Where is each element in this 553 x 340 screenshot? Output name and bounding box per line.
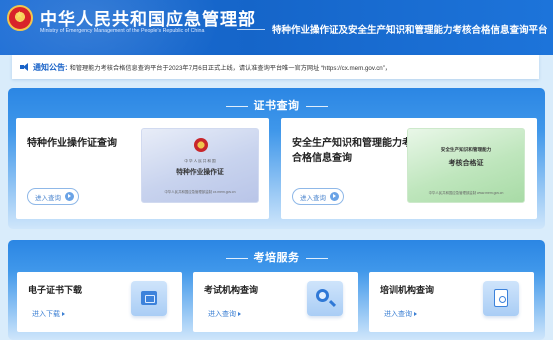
arrow-right-icon <box>65 192 74 201</box>
org-name: 中华人民共和国应急管理部 <box>40 10 256 30</box>
speaker-icon <box>20 62 30 72</box>
card-title: 电子证书下载 <box>28 285 83 295</box>
special-operation-cert-card[interactable]: 特种作业操作证查询 进入查询 中 华 人 民 共 和 国 特种作业操作证 中华人… <box>16 118 269 219</box>
training-institution-card[interactable]: 培训机构查询 进入查询 <box>369 272 534 332</box>
cert-section-title: 证书查询 <box>8 97 545 113</box>
safety-knowledge-cert-card[interactable]: 安全生产知识和管理能力考核合格信息查询 进入查询 安全生产知识和管理能力 考核合… <box>281 118 537 219</box>
enter-download-link[interactable]: 进入下载 <box>32 309 65 319</box>
card-title: 培训机构查询 <box>380 285 435 295</box>
certificate-download-icon <box>131 281 167 316</box>
enter-query-link[interactable]: 进入查询 <box>384 309 417 319</box>
notice-bar: 通知公告: 和管理能力考核合格信息查询平台于2023年7月6日正式上线，请认准查… <box>12 55 539 79</box>
org-name-english: Ministry of Emergency Management of the … <box>40 28 205 34</box>
service-section-title: 考培服务 <box>8 249 545 265</box>
enter-query-button[interactable]: 进入查询 <box>292 188 344 205</box>
exam-training-panel: 考培服务 电子证书下载 进入下载 考试机构查询 进入查询 培训机构查询 进入查询 <box>8 240 545 340</box>
national-emblem-icon <box>7 5 33 31</box>
card-title: 考试机构查询 <box>204 285 259 295</box>
caret-right-icon <box>414 312 417 316</box>
certificate-image: 安全生产知识和管理能力 考核合格证 中华人民共和国应急管理部监制 www.mem… <box>407 128 525 203</box>
caret-right-icon <box>238 312 241 316</box>
platform-title: 特种作业操作证及安全生产知识和管理能力考核合格信息查询平台 <box>272 25 548 36</box>
caret-right-icon <box>62 312 65 316</box>
arrow-right-icon <box>330 192 339 201</box>
exam-institution-card[interactable]: 考试机构查询 进入查询 <box>193 272 358 332</box>
emblem-icon <box>194 138 208 152</box>
header-divider <box>237 29 265 30</box>
cert-query-panel: 证书查询 特种作业操作证查询 进入查询 中 华 人 民 共 和 国 特种作业操作… <box>8 88 545 229</box>
document-search-icon <box>483 281 519 316</box>
enter-query-button[interactable]: 进入查询 <box>27 188 79 205</box>
certificate-image: 中 华 人 民 共 和 国 特种作业操作证 中华人民共和国应急管理部监制 cx.… <box>141 128 259 203</box>
search-icon <box>307 281 343 316</box>
enter-query-link[interactable]: 进入查询 <box>208 309 241 319</box>
notice-label: 通知公告: <box>33 62 68 72</box>
site-header: 中华人民共和国应急管理部 Ministry of Emergency Manag… <box>0 0 553 55</box>
notice-text[interactable]: 和管理能力考核合格信息查询平台于2023年7月6日正式上线，请认准查询平台唯一官… <box>70 63 391 72</box>
e-cert-download-card[interactable]: 电子证书下载 进入下载 <box>17 272 182 332</box>
card-title: 特种作业操作证查询 <box>27 138 117 149</box>
